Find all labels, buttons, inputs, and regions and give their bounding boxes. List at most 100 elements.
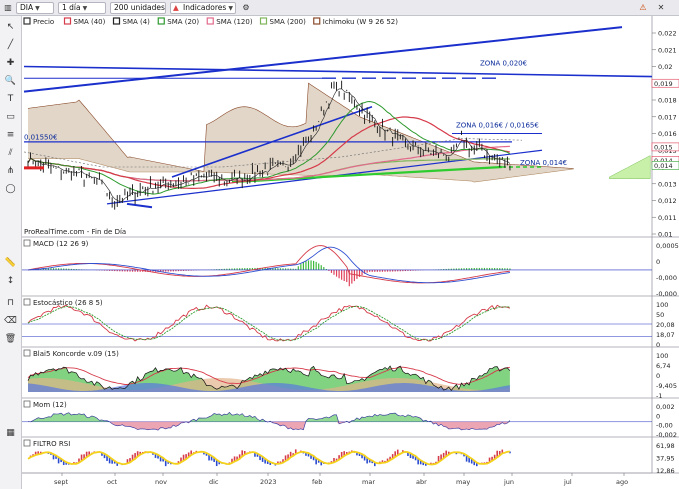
ellipse-icon[interactable]: ◯ bbox=[3, 182, 18, 196]
settings-icon[interactable]: ⚙ bbox=[240, 2, 252, 14]
time-axis-label: may bbox=[456, 478, 470, 486]
zone-label: ZONA 0,016€ / 0,0165€ bbox=[456, 122, 539, 130]
legend-swatch bbox=[23, 17, 31, 25]
panel-axis-label: -9,405 bbox=[656, 382, 677, 390]
panel-title: Blai5 Koncorde v.09 (15) bbox=[33, 350, 119, 358]
cursor-icon[interactable]: ↖ bbox=[3, 20, 18, 34]
drawing-tools-sidebar: ↖ ╱ ✚ 🔍 T ▭ ≡ ⫽ ⋔ ◯ 📏 ↕ ⊓ ⌫ 🗑 ▦ bbox=[0, 16, 22, 489]
time-axis-label: 2023 bbox=[260, 478, 277, 486]
price-tag-label: 0,014 bbox=[654, 162, 673, 170]
legend-label: SMA (120) bbox=[216, 18, 253, 26]
units-label: 200 unidades bbox=[114, 3, 165, 12]
trash-icon[interactable]: 🗑 bbox=[3, 332, 18, 346]
panel-axis-label: -1 bbox=[656, 392, 662, 400]
panel-axis-label: -0,000 bbox=[656, 290, 677, 298]
rectangle-icon[interactable]: ▭ bbox=[3, 110, 18, 124]
panel-axis-label: -0,00 bbox=[656, 422, 673, 430]
legend-swatch bbox=[157, 17, 165, 25]
price-axis-tag: 0,015 bbox=[651, 142, 679, 151]
time-axis-label: dic bbox=[209, 478, 219, 486]
price-axis-label: 0,013 bbox=[658, 180, 677, 188]
legend-label: SMA (200) bbox=[270, 18, 307, 26]
panel-collapse-icon bbox=[23, 349, 31, 357]
time-axis-label: ago bbox=[616, 478, 628, 486]
indicators-icon: ▲ bbox=[173, 3, 179, 12]
panel-axis-label: 0 bbox=[656, 372, 660, 380]
period-label: 1 día bbox=[62, 3, 81, 12]
panel-axis-label: 61,98 bbox=[656, 442, 675, 450]
symbol-label: DIA bbox=[20, 3, 34, 12]
panel-axis-label: 12,86 bbox=[656, 467, 675, 475]
panel-axis-label: 0 bbox=[656, 258, 660, 266]
chevron-down-icon: ▼ bbox=[228, 5, 233, 12]
time-axis-label: feb bbox=[312, 478, 322, 486]
panel-axis-label: 0 bbox=[656, 341, 660, 349]
price-axis-tag: 0,014 bbox=[651, 161, 679, 170]
indicators-button[interactable]: ▲ Indicadores ▼ bbox=[170, 2, 236, 14]
price-tag-label: 0,019 bbox=[654, 80, 673, 88]
time-axis-label: abr bbox=[416, 478, 427, 486]
close-icon[interactable]: ✕ bbox=[655, 2, 667, 14]
zone-label: ZONA 0,014€ bbox=[520, 159, 567, 167]
indicators-label: Indicadores bbox=[183, 3, 227, 12]
ruler-icon[interactable]: 📏 bbox=[3, 256, 18, 270]
time-axis-label: sept bbox=[54, 478, 69, 486]
time-axis-label: jul bbox=[563, 478, 572, 486]
price-axis-label: 0,022 bbox=[658, 30, 677, 38]
legend-swatch bbox=[259, 17, 268, 25]
panel-axis-label: -0,002 bbox=[656, 431, 677, 439]
crosshair-icon[interactable]: ✚ bbox=[3, 56, 18, 70]
panel-collapse-icon bbox=[23, 400, 31, 408]
panel-axis-label: 37,95 bbox=[656, 455, 675, 463]
units-selector[interactable]: 200 unidades▼ bbox=[110, 2, 166, 14]
chart-toolbar: ▥ DIA▼ 1 día▼ 200 unidades▼ ▲ Indicadore… bbox=[0, 0, 679, 16]
legend-swatch bbox=[206, 17, 214, 25]
legend-label: Ichimoku (W 9 26 52) bbox=[323, 18, 398, 26]
price-axis-label: 0,011 bbox=[658, 214, 677, 222]
panel-title: Estocástico (26 8 5) bbox=[33, 299, 103, 307]
panel-axis-label: 50 bbox=[656, 311, 664, 319]
price-axis-label: 0,021 bbox=[658, 46, 677, 54]
panel-axis-label: 100 bbox=[656, 352, 668, 360]
text-icon[interactable]: T bbox=[3, 92, 18, 106]
chart-area[interactable]: Precio SMA (40) SMA (4) SMA (20) SMA (120) SM… bbox=[22, 16, 679, 489]
time-axis-label: oct bbox=[107, 478, 118, 486]
prorealtime-window: ▥ DIA▼ 1 día▼ 200 unidades▼ ▲ Indicadore… bbox=[0, 0, 679, 489]
panel-collapse-icon bbox=[23, 439, 31, 447]
legend-label: SMA (4) bbox=[123, 18, 151, 26]
period-selector[interactable]: 1 día ▼ bbox=[58, 2, 106, 14]
panel-axis-label: 6,74 bbox=[656, 362, 670, 370]
time-axis-label: mar bbox=[362, 478, 375, 486]
chart-type-icon[interactable]: ▥ bbox=[2, 2, 14, 14]
zoom-icon[interactable]: 🔍 bbox=[3, 74, 18, 88]
channel-icon[interactable]: ⫽ bbox=[3, 146, 18, 160]
panel-title: MACD (12 26 9) bbox=[33, 240, 89, 248]
magnet-icon[interactable]: ⊓ bbox=[3, 296, 18, 310]
panel-axis-label: 18,07 bbox=[656, 331, 675, 339]
eraser-icon[interactable]: ⌫ bbox=[3, 314, 18, 328]
alert-icon[interactable]: ⚠ bbox=[637, 2, 649, 14]
legend-item[interactable]: Ichimoku (W 9 26 52) bbox=[313, 17, 398, 26]
zone-label: ZONA 0,020€ bbox=[480, 60, 527, 68]
fibonacci-icon[interactable]: ≡ bbox=[3, 128, 18, 142]
panel-axis-label: 100 bbox=[656, 301, 668, 309]
legend-label: SMA (20) bbox=[167, 18, 199, 26]
panel-axis-label: 0,0005 bbox=[656, 242, 679, 250]
chart-svg[interactable]: Precio SMA (40) SMA (4) SMA (20) SMA (120) SM… bbox=[22, 16, 679, 489]
measure-icon[interactable]: ↕ bbox=[3, 274, 18, 288]
price-axis-label: 0,016 bbox=[658, 130, 677, 138]
price-axis-label: 0,02 bbox=[658, 63, 672, 71]
time-axis-label: jun bbox=[503, 478, 514, 486]
panel-axis-label: 0 bbox=[656, 412, 660, 420]
panel-title: Mom (12) bbox=[33, 401, 67, 409]
pitchfork-icon[interactable]: ⋔ bbox=[3, 164, 18, 178]
legend-label: Precio bbox=[33, 18, 54, 26]
price-axis-label: 0,012 bbox=[658, 197, 677, 205]
panel-axis-label: -0,000 bbox=[656, 274, 677, 282]
price-axis-tag: 0,019 bbox=[651, 78, 679, 88]
panel-collapse-icon bbox=[23, 298, 31, 306]
grid-icon[interactable]: ▦ bbox=[3, 426, 18, 440]
line-tool-icon[interactable]: ╱ bbox=[3, 38, 18, 52]
price-axis-label: 0,018 bbox=[658, 97, 677, 105]
symbol-selector[interactable]: DIA ▼ bbox=[16, 2, 54, 14]
